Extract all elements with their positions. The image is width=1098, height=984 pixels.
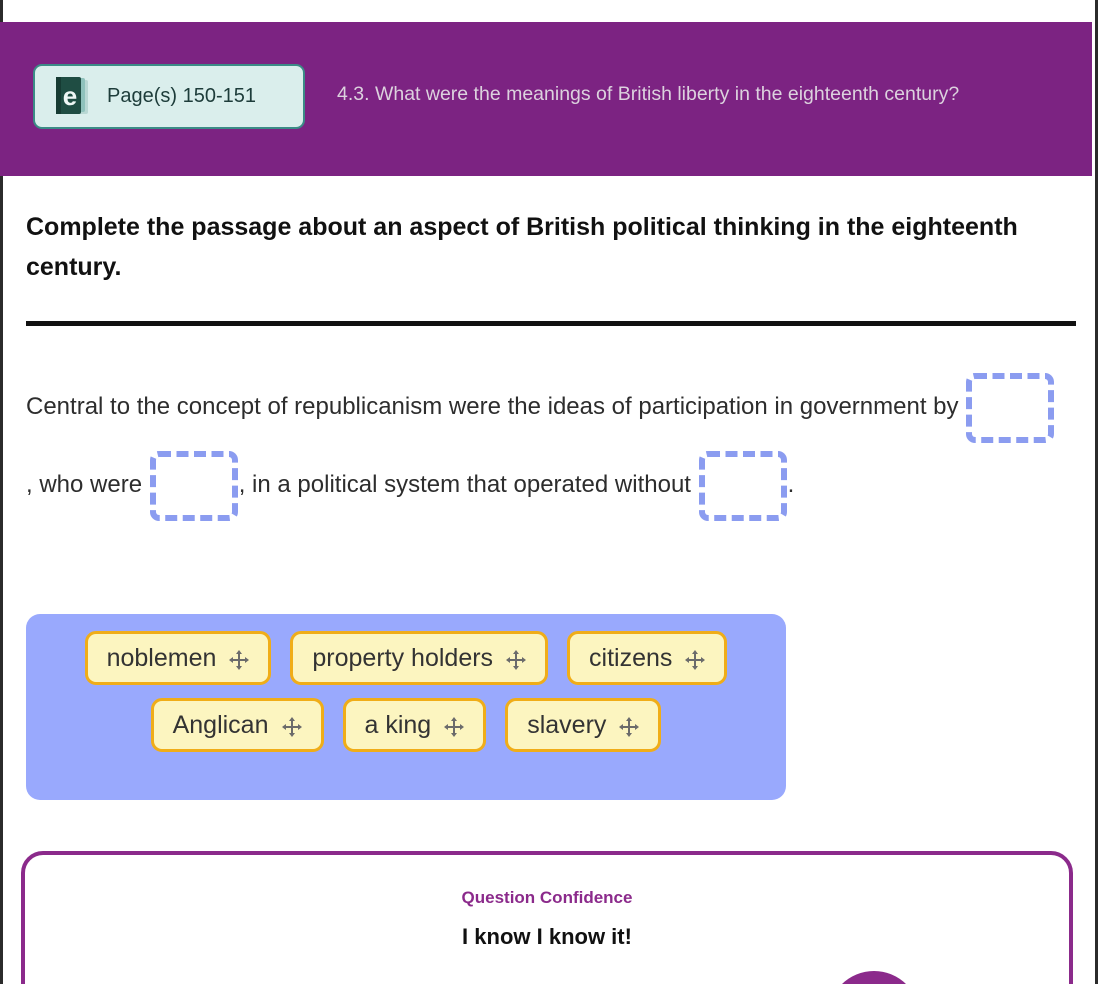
tile-label: citizens	[589, 643, 673, 672]
move-icon	[619, 715, 640, 737]
passage-segment-3: , in a political system that operated wi…	[238, 471, 698, 498]
dropzone-blank-2[interactable]	[149, 450, 238, 521]
draggable-tile-a-king[interactable]: a king	[342, 698, 487, 752]
passage-segment-4: .	[787, 471, 795, 498]
tile-label: a king	[364, 710, 432, 739]
svg-text:e: e	[63, 81, 77, 111]
word-bank-row-1: noblemen property holders citizens	[26, 631, 786, 685]
page-reference-button[interactable]: e Page(s) 150-151	[33, 64, 305, 129]
question-header: e Page(s) 150-151 4.3. What were the mea…	[0, 22, 1092, 176]
tile-label: slavery	[527, 710, 607, 739]
move-icon	[506, 648, 527, 670]
word-bank: noblemen property holders citizens Angli…	[26, 614, 786, 800]
dropzone-blank-3[interactable]	[698, 450, 787, 521]
draggable-tile-anglican[interactable]: Anglican	[150, 698, 324, 752]
tile-label: property holders	[312, 643, 494, 672]
move-icon	[281, 715, 302, 737]
prompt-text: Complete the passage about an aspect of …	[26, 213, 1018, 281]
question-confidence-panel: Question Confidence I know I know it!	[21, 851, 1073, 984]
move-icon	[685, 648, 706, 670]
draggable-tile-slavery[interactable]: slavery	[505, 698, 662, 752]
move-icon	[444, 715, 465, 737]
section-divider	[26, 321, 1076, 326]
question-title: 4.3. What were the meanings of British l…	[337, 83, 960, 105]
tile-label: Anglican	[172, 710, 269, 739]
draggable-tile-property-holders[interactable]: property holders	[290, 631, 549, 685]
tile-label: noblemen	[106, 643, 217, 672]
ebook-icon: e	[54, 76, 92, 118]
dropzone-blank-1[interactable]	[966, 372, 1055, 443]
word-bank-row-2: Anglican a king slavery	[26, 698, 786, 752]
question-page: e Page(s) 150-151 4.3. What were the mea…	[0, 0, 1098, 984]
draggable-tile-citizens[interactable]: citizens	[567, 631, 728, 685]
confidence-dial[interactable]	[828, 971, 920, 984]
passage-segment-2: , who were	[26, 471, 149, 498]
confidence-value: I know I know it!	[462, 924, 632, 949]
confidence-title: Question Confidence	[461, 888, 633, 907]
page-reference-label: Page(s) 150-151	[107, 85, 256, 107]
draggable-tile-noblemen[interactable]: noblemen	[84, 631, 272, 685]
passage-segment-1: Central to the concept of republicanism …	[26, 393, 966, 420]
passage-with-blanks: Central to the concept of republicanism …	[26, 368, 1061, 524]
move-icon	[229, 648, 250, 670]
